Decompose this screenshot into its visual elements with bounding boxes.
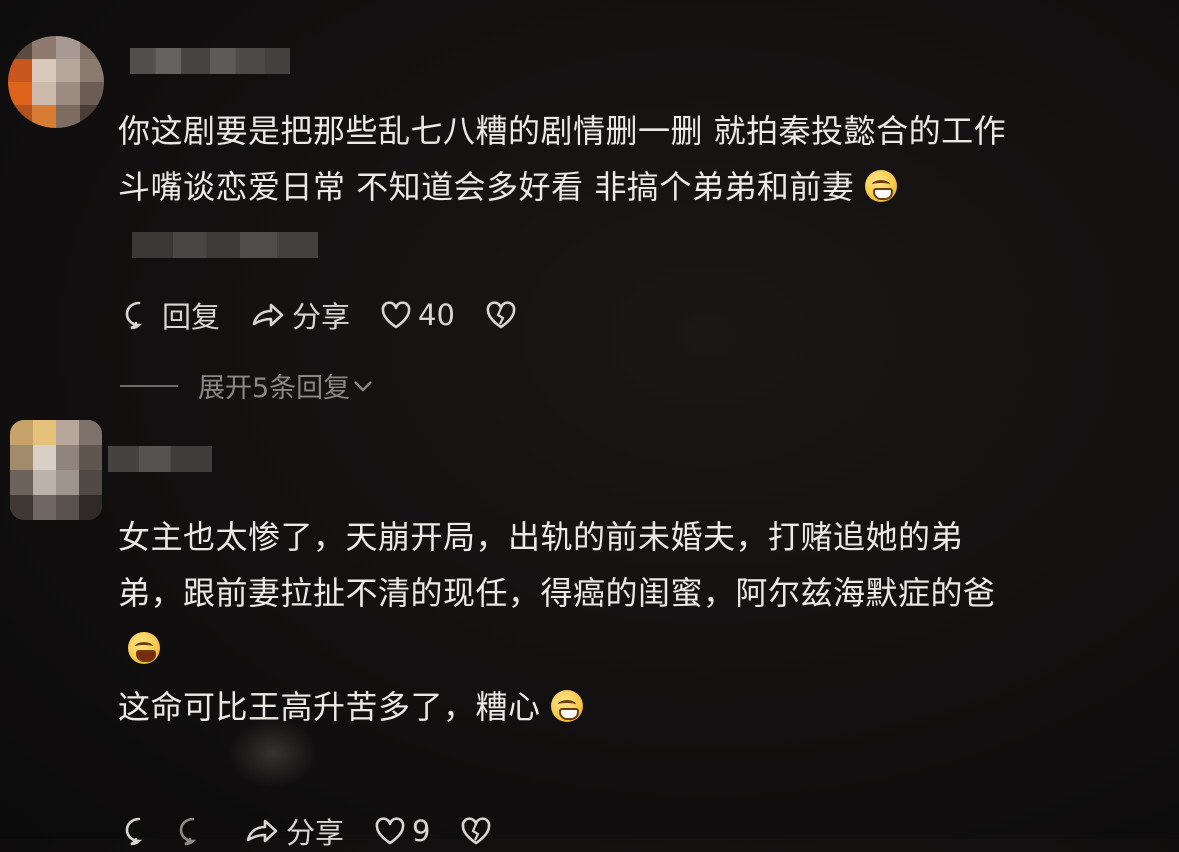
- comment-bubble-icon: [179, 817, 197, 846]
- share-label: 分享: [292, 300, 351, 334]
- like-button[interactable]: 9: [374, 814, 430, 848]
- username[interactable]: [108, 446, 212, 472]
- share-button[interactable]: 分享: [250, 294, 350, 336]
- dislike-button[interactable]: [460, 816, 498, 846]
- broken-heart-icon: [462, 817, 491, 845]
- facepalm-emoji: [551, 690, 584, 722]
- share-icon: [252, 303, 284, 327]
- like-count: 9: [412, 814, 431, 848]
- comment-text-fragment: 斗嘴谈恋爱日常 不知道会多好看 非搞个弟弟和前妻: [118, 168, 855, 206]
- share-icon: [246, 819, 278, 843]
- comment-bubble-icon: [125, 301, 143, 330]
- reply-button[interactable]: 回复: [122, 294, 220, 336]
- crying-laughing-emoji: [128, 632, 160, 664]
- avatar[interactable]: [8, 36, 104, 128]
- like-count: 40: [418, 298, 455, 332]
- comment-bubble-icon: [125, 817, 143, 846]
- reply-label: 回复: [162, 300, 221, 334]
- comment-text-line: [128, 624, 160, 674]
- comment-text-line: 弟，跟前妻拉扯不清的现任，得癌的闺蜜，阿尔兹海默症的爸: [118, 574, 996, 612]
- like-button[interactable]: 40: [380, 298, 455, 332]
- heart-icon: [375, 817, 405, 845]
- share-button[interactable]: 分享: [244, 810, 344, 852]
- reply-button-secondary[interactable]: [176, 814, 216, 848]
- comment-text-line: 你这剧要是把那些乱七八糟的剧情删一删 就拍秦投懿合的工作: [118, 112, 1007, 150]
- broken-heart-icon: [486, 301, 516, 329]
- comment-text-fragment: 这命可比王高升苦多了，糟心: [118, 688, 541, 726]
- heart-icon: [381, 301, 411, 329]
- share-label: 分享: [286, 816, 345, 850]
- comment-actions: 回复 分享 40: [122, 294, 553, 336]
- dislike-button[interactable]: [485, 300, 523, 330]
- comment-actions: 分享 9: [122, 810, 528, 852]
- chevron-down-icon: [354, 380, 373, 392]
- avatar[interactable]: [10, 420, 102, 520]
- timestamp: [132, 232, 318, 258]
- username[interactable]: [130, 48, 290, 74]
- comment-text-line: 女主也太惨了，天崩开局，出轨的前未婚夫，打赌追她的弟: [118, 518, 964, 556]
- grinning-sweat-emoji: [865, 170, 898, 202]
- comment-text-line: 这命可比王高升苦多了，糟心: [118, 682, 584, 732]
- comment-text-line: 斗嘴谈恋爱日常 不知道会多好看 非搞个弟弟和前妻: [118, 162, 898, 212]
- expand-replies-button[interactable]: 展开5条回复: [120, 366, 374, 405]
- screen-smudge: [228, 718, 318, 788]
- expand-replies-label: 展开5条回复: [198, 373, 351, 404]
- divider: [120, 384, 178, 387]
- reply-button[interactable]: [122, 814, 162, 848]
